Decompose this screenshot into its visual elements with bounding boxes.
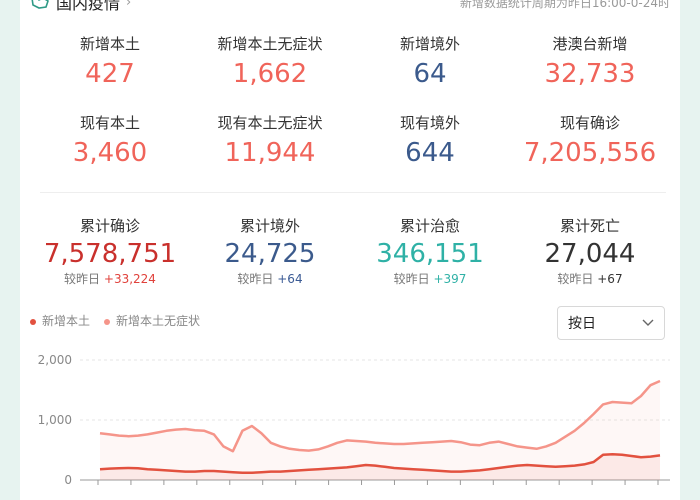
- legend-dot-icon: [104, 318, 111, 325]
- stat-value: 32,733: [544, 59, 636, 89]
- stat-label: 现有确诊: [559, 114, 620, 132]
- delta-label: 较昨日: [557, 272, 594, 286]
- header-title-group[interactable]: 国内疫情 ›: [30, 0, 131, 14]
- legend-label: 新增本土: [42, 314, 91, 328]
- stat-label: 累计死亡: [559, 217, 620, 235]
- select-value: 按日: [568, 316, 596, 332]
- delta-value: +33,224: [103, 272, 156, 286]
- stat-current-imported: 现有境外 644: [350, 113, 510, 169]
- stat-value: 3,460: [72, 138, 148, 168]
- stat-value: 27,044: [544, 239, 636, 269]
- stat-label: 新增本土: [79, 35, 140, 53]
- delta-label: 较昨日: [64, 272, 101, 286]
- stat-label: 累计境外: [239, 217, 300, 235]
- stats-row-current: 现有本土 3,460 现有本土无症状 11,944 现有境外 644 现有确诊 …: [30, 113, 670, 169]
- stat-current-local-asymptomatic: 现有本土无症状 11,944: [190, 113, 350, 169]
- y-tick-label: 0: [64, 473, 72, 487]
- stat-value: 427: [85, 59, 135, 89]
- trend-chart: 0 1,000 2,000: [38, 353, 670, 487]
- epidemic-card: 国内疫情 › 新增数据统计周期为昨日16:00-0-24时 新增本土 427 新…: [0, 0, 700, 500]
- delta-label: 较昨日: [393, 272, 430, 286]
- stat-label: 现有本土: [79, 114, 140, 132]
- legend-label: 新增本土无症状: [116, 314, 201, 328]
- stat-delta: 较昨日 +64: [190, 270, 350, 287]
- y-tick-label: 1,000: [38, 413, 72, 427]
- chevron-down-icon: [642, 319, 654, 326]
- chevron-right-icon: ›: [126, 0, 132, 10]
- stat-delta: 较昨日 +33,224: [30, 270, 190, 287]
- stat-current-local: 现有本土 3,460: [30, 113, 190, 169]
- stat-new-local-asymptomatic: 新增本土无症状 1,662: [190, 34, 350, 90]
- stat-delta: 较昨日 +397: [350, 270, 510, 287]
- stat-label: 累计确诊: [79, 217, 140, 235]
- stat-delta: 较昨日 +67: [510, 270, 670, 287]
- stat-label: 现有境外: [399, 114, 460, 132]
- stats-row-new: 新增本土 427 新增本土无症状 1,662 新增境外 64 港澳台新增 32,…: [30, 34, 670, 90]
- stat-label: 港澳台新增: [552, 35, 628, 53]
- page-title: 国内疫情: [56, 0, 121, 13]
- stat-value: 7,578,751: [43, 239, 177, 269]
- delta-value: +67: [597, 272, 623, 286]
- stat-label: 累计治愈: [399, 217, 460, 235]
- stat-value: 24,725: [224, 239, 316, 269]
- stat-value: 346,151: [376, 239, 484, 269]
- china-map-icon: [31, 0, 49, 9]
- stat-total-recovered: 累计治愈 346,151 较昨日 +397: [350, 216, 510, 287]
- legend-item-new-asymptomatic[interactable]: 新增本土无症状: [104, 312, 200, 329]
- stat-label: 新增本土无症状: [217, 35, 323, 53]
- delta-value: +397: [433, 272, 467, 286]
- stat-total-deaths: 累计死亡 27,044 较昨日 +67: [510, 216, 670, 287]
- stat-period-note: 新增数据统计周期为昨日16:00-0-24时: [459, 0, 670, 10]
- stat-current-confirmed: 现有确诊 7,205,556: [510, 113, 670, 169]
- stat-value: 64: [413, 59, 447, 89]
- stat-value: 11,944: [224, 138, 316, 168]
- stat-value: 7,205,556: [523, 138, 657, 168]
- stat-label: 新增境外: [399, 35, 460, 53]
- granularity-select[interactable]: 按日: [557, 306, 665, 340]
- chart-legend: 新增本土 新增本土无症状: [30, 312, 200, 329]
- delta-value: +64: [277, 272, 303, 286]
- card-header: 国内疫情 › 新增数据统计周期为昨日16:00-0-24时: [30, 0, 670, 14]
- stat-new-imported: 新增境外 64: [350, 34, 510, 90]
- legend-item-new-local[interactable]: 新增本土: [30, 312, 90, 329]
- stat-label: 现有本土无症状: [217, 114, 323, 132]
- stat-total-imported: 累计境外 24,725 较昨日 +64: [190, 216, 350, 287]
- legend-dot-icon: [30, 318, 36, 325]
- stats-row-cumulative: 累计确诊 7,578,751 较昨日 +33,224 累计境外 24,725 较…: [30, 216, 670, 287]
- stat-new-local: 新增本土 427: [30, 34, 190, 90]
- y-tick-label: 2,000: [38, 353, 72, 367]
- stat-new-hk-mo-tw: 港澳台新增 32,733: [510, 34, 670, 90]
- divider: [40, 192, 666, 193]
- delta-label: 较昨日: [237, 272, 274, 286]
- stat-value: 644: [405, 138, 455, 168]
- stat-total-confirmed: 累计确诊 7,578,751 较昨日 +33,224: [30, 216, 190, 287]
- stat-value: 1,662: [232, 59, 308, 89]
